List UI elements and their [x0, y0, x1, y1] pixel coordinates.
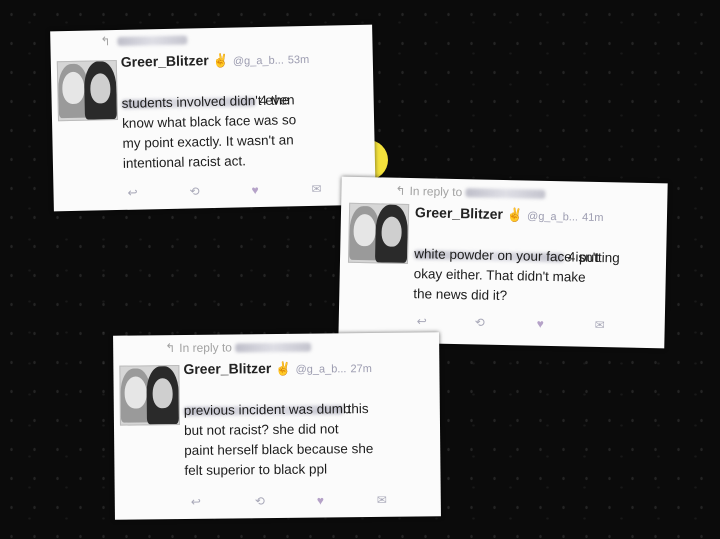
- retweet-icon[interactable]: ⟲: [255, 494, 265, 508]
- reply-icon[interactable]: ↩: [191, 495, 201, 509]
- reply-arrow-icon: ↰: [395, 183, 406, 198]
- heart-icon[interactable]: ♥: [251, 183, 258, 197]
- tweet-header: Greer_Blitzer ✌ @g_a_b... 41m: [415, 204, 604, 225]
- heart-icon[interactable]: ♥: [317, 494, 324, 508]
- reply-line: ↰: [100, 33, 188, 49]
- tweet-card-2: ↰ In reply to Greer_Blitzer ✌ @g_a_b... 41m …: [338, 176, 668, 349]
- avatar: [119, 365, 180, 426]
- tweet-header: Greer_Blitzer ✌ @g_a_b... 27m: [183, 359, 372, 378]
- retweet-icon[interactable]: ⟲: [475, 315, 485, 329]
- tweet-card-3: ↰ In reply to Greer_Blitzer ✌ @g_a_b... 27m …: [113, 332, 441, 520]
- handle[interactable]: @g_a_b...: [295, 363, 346, 376]
- tweet-text: students involved didn't even know what …: [121, 92, 297, 171]
- timestamp[interactable]: 41m: [582, 212, 604, 224]
- tweet-text: previous incident was dumb but not racis…: [183, 401, 374, 478]
- tweet-header: Greer_Blitzer ✌ @g_a_b... 53m: [121, 50, 310, 71]
- reply-icon[interactable]: ↩: [417, 314, 427, 328]
- reply-icon[interactable]: ↩: [127, 186, 137, 200]
- reply-line: ↰ In reply to: [395, 183, 546, 201]
- avatar: [56, 60, 119, 122]
- handle[interactable]: @g_a_b...: [233, 55, 284, 68]
- message-icon[interactable]: ✉: [377, 493, 387, 507]
- peace-emoji: ✌: [506, 207, 524, 223]
- redacted-name: [465, 188, 546, 200]
- tweet-actions: ↩ ⟲ ♥ ✉: [191, 492, 431, 509]
- reply-arrow-icon: ↰: [165, 341, 176, 356]
- username[interactable]: Greer_Blitzer: [415, 204, 503, 222]
- tweet-text: white powder on your face isn't okay eit…: [413, 246, 600, 304]
- handle[interactable]: @g_a_b...: [527, 210, 578, 223]
- peace-emoji: ✌: [212, 52, 230, 68]
- reply-to-text: In reply to: [409, 184, 463, 200]
- message-icon[interactable]: ✉: [311, 182, 321, 196]
- message-icon[interactable]: ✉: [595, 318, 605, 332]
- heart-icon[interactable]: ♥: [537, 317, 544, 331]
- reply-to-text: In reply to: [179, 340, 233, 356]
- reply-arrow-icon: ↰: [100, 34, 111, 49]
- retweet-icon[interactable]: ⟲: [189, 184, 199, 198]
- timestamp[interactable]: 53m: [288, 54, 310, 66]
- avatar: [347, 202, 410, 265]
- timestamp[interactable]: 27m: [350, 363, 372, 375]
- username[interactable]: Greer_Blitzer: [121, 52, 209, 70]
- username[interactable]: Greer_Blitzer: [183, 360, 271, 377]
- tweet-actions: ↩ ⟲ ♥ ✉: [127, 181, 367, 200]
- redacted-name: [117, 35, 188, 47]
- tweet-card-1: ↰ Greer_Blitzer ✌ @g_a_b... 53m 4 the stude…: [50, 24, 376, 212]
- tweet-actions: ↩ ⟲ ♥ ✉: [417, 314, 657, 333]
- peace-emoji: ✌: [275, 360, 292, 377]
- reply-line: ↰ In reply to: [165, 340, 312, 356]
- redacted-name: [235, 342, 312, 353]
